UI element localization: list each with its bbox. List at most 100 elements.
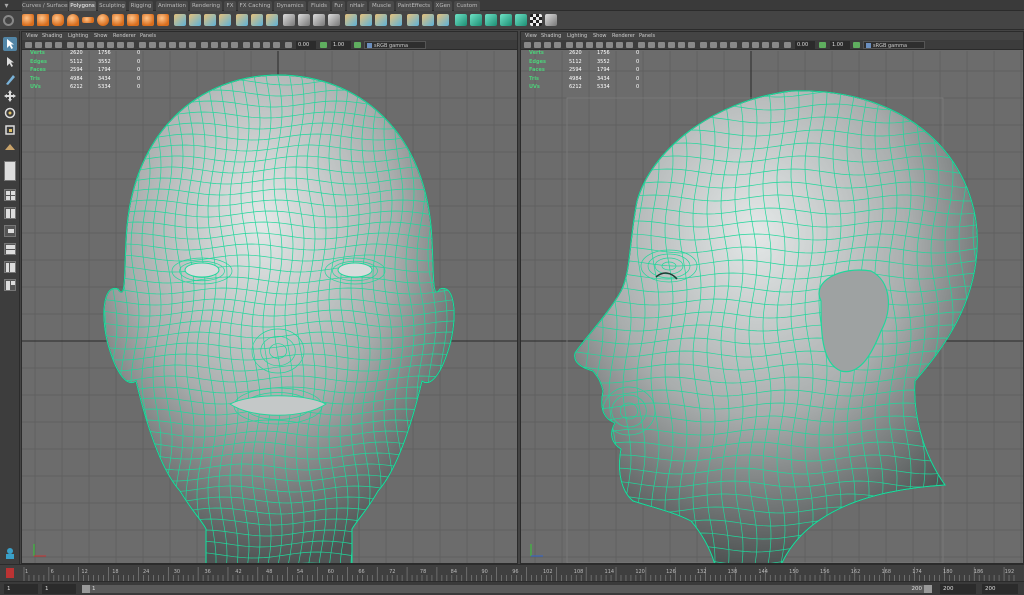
- smooth-shade-icon[interactable]: [648, 42, 655, 48]
- quadrangulate-icon[interactable]: [328, 14, 340, 26]
- image-plane-icon[interactable]: [55, 42, 62, 48]
- viewport-canvas[interactable]: [521, 51, 1023, 563]
- poly-cube-icon[interactable]: [37, 14, 49, 26]
- field-chart-icon[interactable]: [107, 42, 114, 48]
- current-time-marker[interactable]: [6, 568, 14, 578]
- select-camera-icon[interactable]: [524, 42, 531, 48]
- persp-outliner-layout-icon[interactable]: [4, 225, 16, 237]
- mirror-geometry-icon[interactable]: [283, 14, 295, 26]
- select-camera-icon[interactable]: [25, 42, 32, 48]
- mirror-cut-icon[interactable]: [298, 14, 310, 26]
- viewport-menu-show[interactable]: Show: [593, 32, 607, 40]
- gate-mask-icon[interactable]: [97, 42, 104, 48]
- shadows-icon[interactable]: [189, 42, 196, 48]
- triangulate-icon[interactable]: [313, 14, 325, 26]
- two-pane-side-layout-icon[interactable]: [4, 207, 16, 219]
- xray-joints-icon[interactable]: [263, 42, 270, 48]
- viewport-menu-lighting[interactable]: Lighting: [567, 32, 587, 40]
- shelf-settings-icon[interactable]: [3, 15, 14, 26]
- shelf-tab-polygons[interactable]: Polygons: [69, 1, 96, 11]
- exposure-icon[interactable]: [784, 42, 791, 48]
- poly-helix-icon[interactable]: [157, 14, 169, 26]
- poly-pyramid-icon[interactable]: [127, 14, 139, 26]
- xray-components-icon[interactable]: [273, 42, 280, 48]
- bridge-icon[interactable]: [360, 14, 372, 26]
- poly-plane-icon[interactable]: [82, 17, 94, 23]
- append-polygon-icon[interactable]: [375, 14, 387, 26]
- shelf-menu-icon[interactable]: ▾: [2, 1, 11, 10]
- wireframe-on-shaded-icon[interactable]: [159, 42, 166, 48]
- viewport-front[interactable]: View Shading Lighting Show Renderer Pane…: [21, 31, 518, 564]
- poly-sphere-icon[interactable]: [22, 14, 34, 26]
- time-slider[interactable]: 1 6 12 18 24 30 36 42 48 54 60 66 72 78 84 90 96 102 108 11…: [0, 564, 1024, 581]
- camera-attributes-icon[interactable]: [534, 42, 541, 48]
- range-slider[interactable]: 1 200: [82, 585, 932, 593]
- single-pane-layout-icon[interactable]: [4, 161, 16, 181]
- shelf-tab-sculpting[interactable]: Sculpting: [98, 1, 126, 11]
- boolean-intersection-icon[interactable]: [266, 14, 278, 26]
- last-tool[interactable]: [3, 140, 17, 154]
- poly-pipe-icon[interactable]: [142, 14, 154, 26]
- color-management-icon[interactable]: [853, 42, 860, 48]
- isolate-select-icon[interactable]: [742, 42, 749, 48]
- shelf-tab-fx-caching[interactable]: FX Caching: [238, 1, 272, 11]
- textured-icon[interactable]: [169, 42, 176, 48]
- screen-space-ao-icon[interactable]: [201, 42, 208, 48]
- combine-icon[interactable]: [174, 14, 186, 26]
- animation-start-field[interactable]: 1: [4, 584, 38, 594]
- planar-uv-icon[interactable]: [455, 14, 467, 26]
- lasso-tool[interactable]: [3, 55, 17, 69]
- viewport-menu-show[interactable]: Show: [94, 32, 108, 40]
- color-management-icon[interactable]: [354, 42, 361, 48]
- shelf-tab-fluids[interactable]: Fluids: [308, 1, 330, 11]
- viewport-menu-shading[interactable]: Shading: [42, 32, 62, 40]
- poly-torus-icon[interactable]: [97, 14, 109, 26]
- nhair-icon[interactable]: [3, 546, 17, 560]
- shelf-tab-xgen[interactable]: XGen: [434, 1, 452, 11]
- outliner-persp-layout-icon[interactable]: [4, 261, 16, 273]
- anti-aliasing-icon[interactable]: [720, 42, 727, 48]
- motion-blur-icon[interactable]: [211, 42, 218, 48]
- smooth-shade-icon[interactable]: [149, 42, 156, 48]
- playback-start-field[interactable]: 1: [42, 584, 76, 594]
- resolution-gate-icon[interactable]: [87, 42, 94, 48]
- viewport-menu-panels[interactable]: Panels: [140, 32, 156, 40]
- boolean-union-icon[interactable]: [236, 14, 248, 26]
- gamma-field[interactable]: 1.00: [830, 41, 850, 49]
- grid-icon[interactable]: [566, 42, 573, 48]
- separate-icon[interactable]: [189, 14, 201, 26]
- textured-icon[interactable]: [668, 42, 675, 48]
- persp-graph-layout-icon[interactable]: [4, 243, 16, 255]
- depth-of-field-icon[interactable]: [730, 42, 737, 48]
- gamma-icon[interactable]: [819, 42, 826, 48]
- poly-cylinder-icon[interactable]: [52, 14, 64, 26]
- shelf-tab-animation[interactable]: Animation: [156, 1, 188, 11]
- xray-components-icon[interactable]: [772, 42, 779, 48]
- bookmarks-icon[interactable]: [544, 42, 551, 48]
- wireframe-on-shaded-icon[interactable]: [658, 42, 665, 48]
- shelf-tab-fur[interactable]: Fur: [332, 1, 345, 11]
- viewport-canvas[interactable]: [22, 51, 517, 563]
- fill-hole-icon[interactable]: [390, 14, 402, 26]
- exposure-field[interactable]: 0.00: [296, 41, 316, 49]
- range-end-handle[interactable]: [924, 585, 932, 593]
- resolution-gate-icon[interactable]: [586, 42, 593, 48]
- film-gate-icon[interactable]: [77, 42, 84, 48]
- split-polygon-icon[interactable]: [407, 14, 419, 26]
- smooth-icon[interactable]: [219, 14, 231, 26]
- viewport-menu-shading[interactable]: Shading: [541, 32, 561, 40]
- paint-select-tool[interactable]: [3, 72, 17, 86]
- safe-action-icon[interactable]: [616, 42, 623, 48]
- bookmarks-icon[interactable]: [45, 42, 52, 48]
- screen-space-ao-icon[interactable]: [700, 42, 707, 48]
- rotate-tool[interactable]: [3, 106, 17, 120]
- shelf-tab-curves-surfaces[interactable]: Curves / Surfaces: [22, 1, 68, 11]
- viewport-menu-renderer[interactable]: Renderer: [113, 32, 136, 40]
- motion-blur-icon[interactable]: [710, 42, 717, 48]
- select-tool[interactable]: [3, 37, 17, 51]
- view-transform-dropdown[interactable]: sRGB gamma: [863, 41, 925, 49]
- range-start-handle[interactable]: [82, 585, 90, 593]
- xray-icon[interactable]: [752, 42, 759, 48]
- field-chart-icon[interactable]: [606, 42, 613, 48]
- shadows-icon[interactable]: [688, 42, 695, 48]
